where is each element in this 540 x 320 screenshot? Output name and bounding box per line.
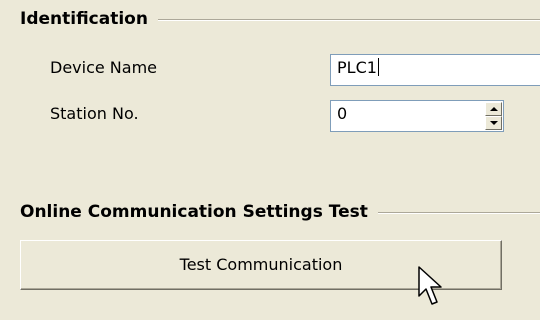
- device-name-label: Device Name: [50, 58, 158, 77]
- online-test-title: Online Communication Settings Test: [20, 202, 378, 222]
- station-no-value: 0: [337, 104, 348, 123]
- station-no-spinbox[interactable]: 0: [330, 100, 504, 132]
- spin-down-button[interactable]: [485, 116, 502, 130]
- device-name-input[interactable]: PLC1: [330, 54, 540, 86]
- station-no-label: Station No.: [50, 104, 139, 123]
- spin-up-button[interactable]: [485, 102, 502, 116]
- spin-up-arrow-icon: [489, 107, 498, 111]
- mouse-pointer-icon: [418, 266, 442, 305]
- spin-down-arrow-icon: [489, 121, 498, 125]
- text-caret: [377, 58, 379, 76]
- identification-title: Identification: [20, 9, 158, 29]
- test-communication-label: Test Communication: [179, 255, 343, 274]
- device-name-value: PLC1: [337, 58, 377, 77]
- station-no-spinner: [485, 102, 502, 130]
